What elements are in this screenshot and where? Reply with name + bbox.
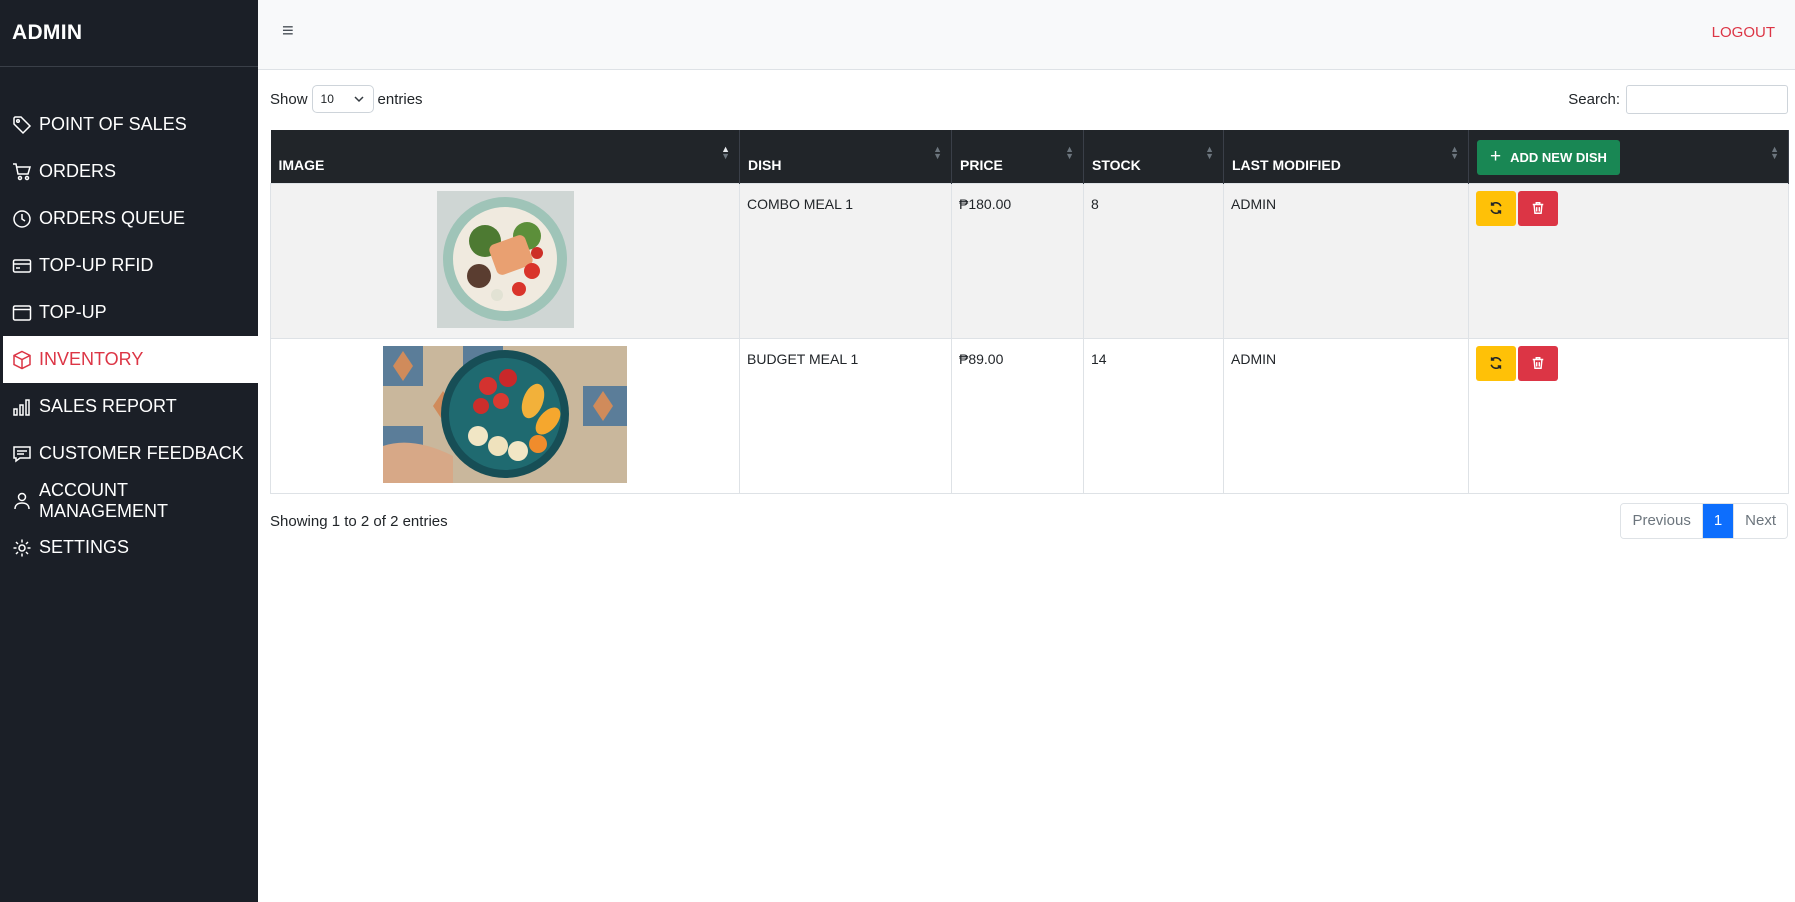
next-button[interactable]: Next: [1733, 503, 1787, 538]
sidebar-item-label: CUSTOMER FEEDBACK: [39, 443, 244, 463]
update-button[interactable]: [1476, 345, 1516, 381]
column-header-label: PRICE: [960, 156, 1003, 173]
column-header-actions: + ADD NEW DISH ▲ ▼: [1468, 130, 1789, 183]
dish-cell: BUDGET MEAL 1: [739, 337, 952, 494]
table-header-row: IMAGE ▲ ▼ DISH ▲ ▼ PRICE ▲ ▼ STOCK ▲ ▼ LAST MODI…: [270, 130, 1789, 183]
delete-button[interactable]: [1518, 190, 1558, 226]
sidebar-nav: POINT OF SALES ORDERS ORDERS QUEUE TOP-U…: [0, 101, 258, 571]
modified-cell: ADMIN: [1223, 337, 1469, 494]
plus-icon: +: [1490, 146, 1502, 167]
menu-toggle-icon[interactable]: ≡: [282, 20, 294, 43]
sidebar-item-point-of-sales[interactable]: POINT OF SALES: [0, 101, 258, 148]
column-header-dish[interactable]: DISH ▲ ▼: [739, 130, 952, 183]
logout-link[interactable]: LOGOUT: [1712, 24, 1775, 41]
sidebar-item-settings[interactable]: SETTINGS: [0, 524, 258, 571]
chat-icon: [13, 445, 31, 462]
column-header-label: IMAGE: [278, 156, 325, 173]
show-label: Show: [270, 90, 308, 108]
sidebar-item-label: INVENTORY: [39, 349, 144, 369]
update-button[interactable]: [1476, 190, 1516, 226]
entries-value: 10: [320, 92, 334, 106]
sidebar-item-orders[interactable]: ORDERS: [0, 148, 258, 195]
add-new-dish-button[interactable]: + ADD NEW DISH: [1477, 139, 1620, 175]
search-control: Search:: [1568, 85, 1788, 114]
sidebar-item-top-up[interactable]: TOP-UP: [0, 289, 258, 336]
tag-icon: [13, 115, 32, 134]
column-header-last-modified[interactable]: LAST MODIFIED ▲ ▼: [1223, 130, 1469, 183]
sidebar-item-label: ACCOUNT MANAGEMENT: [39, 479, 169, 521]
sidebar-item-label: SALES REPORT: [39, 396, 177, 416]
gear-icon: [13, 539, 31, 556]
topbar: ≡ LOGOUT: [258, 0, 1795, 70]
fruit-bowl-image: [383, 345, 627, 483]
trash-icon: [1532, 357, 1544, 369]
sidebar-item-inventory[interactable]: INVENTORY: [3, 336, 258, 383]
sidebar-item-sales-report[interactable]: SALES REPORT: [0, 383, 258, 430]
column-header-price[interactable]: PRICE ▲ ▼: [951, 130, 1084, 183]
brand-title: ADMIN: [0, 0, 258, 67]
column-header-label: LAST MODIFIED: [1232, 156, 1341, 173]
search-label: Search:: [1568, 91, 1620, 108]
table-row: COMBO MEAL 1 ₱180.00 8 ADMIN: [270, 182, 1789, 339]
inventory-table: IMAGE ▲ ▼ DISH ▲ ▼ PRICE ▲ ▼ STOCK ▲ ▼ LAST MODI…: [270, 130, 1789, 494]
table-row: BUDGET MEAL 1 ₱89.00 14 ADMIN: [270, 337, 1789, 494]
refresh-icon: [1490, 202, 1502, 214]
person-icon: [14, 492, 30, 509]
trash-icon: [1532, 202, 1544, 214]
stock-cell: 8: [1083, 182, 1224, 339]
actions-cell: [1468, 337, 1789, 494]
sort-icon: ▲ ▼: [933, 144, 942, 161]
entries-length-control: Show 10 entries: [270, 85, 423, 113]
sidebar-item-account-management[interactable]: ACCOUNT MANAGEMENT: [0, 477, 258, 524]
column-header-label: STOCK: [1092, 156, 1141, 173]
image-cell: [270, 182, 740, 339]
search-input[interactable]: [1626, 85, 1788, 114]
column-header-image[interactable]: IMAGE ▲ ▼: [270, 130, 740, 183]
image-cell: [270, 337, 740, 494]
add-new-dish-label: ADD NEW DISH: [1510, 149, 1607, 165]
sidebar-item-label: ORDERS QUEUE: [39, 208, 186, 228]
actions-cell: [1468, 182, 1789, 339]
entries-label: entries: [377, 90, 423, 108]
salad-bowl-image: [436, 190, 574, 328]
delete-button[interactable]: [1518, 345, 1558, 381]
stock-cell: 14: [1083, 337, 1224, 494]
sidebar-item-top-up-rfid[interactable]: TOP-UP RFID: [0, 242, 258, 289]
column-header-label: DISH: [748, 156, 782, 173]
dish-cell: COMBO MEAL 1: [739, 182, 952, 339]
table-info: Showing 1 to 2 of 2 entries: [270, 512, 448, 530]
credit-card-icon: [12, 258, 32, 273]
sidebar-item-label: TOP-UP: [39, 302, 107, 322]
box-icon: [13, 350, 31, 369]
entries-select[interactable]: 10: [311, 85, 374, 113]
clock-icon: [13, 209, 31, 228]
price-cell: ₱180.00: [951, 182, 1084, 339]
previous-button[interactable]: Previous: [1621, 503, 1702, 538]
sidebar: ADMIN POINT OF SALES ORDERS ORDERS QUEUE…: [0, 0, 258, 902]
sidebar-item-label: ORDERS: [39, 161, 117, 181]
modified-cell: ADMIN: [1223, 182, 1469, 339]
sort-icon: ▲ ▼: [1065, 144, 1074, 161]
sort-icon: ▲ ▼: [721, 144, 730, 161]
page-1-button[interactable]: 1: [1701, 503, 1734, 538]
refresh-icon: [1490, 357, 1502, 369]
window-icon: [12, 304, 32, 321]
column-header-stock[interactable]: STOCK ▲ ▼: [1083, 130, 1224, 183]
sort-icon: ▲ ▼: [1770, 144, 1779, 161]
sort-icon: ▲ ▼: [1450, 144, 1459, 161]
sidebar-item-label: SETTINGS: [39, 537, 130, 557]
sort-icon: ▲ ▼: [1205, 144, 1214, 161]
table-controls: Show 10 entries Search:: [270, 70, 1788, 130]
cart-icon: [13, 162, 31, 180]
chevron-down-icon: [354, 96, 364, 103]
price-cell: ₱89.00: [951, 337, 1084, 494]
bar-chart-icon: [13, 398, 30, 416]
table-footer: Showing 1 to 2 of 2 entries Previous 1 N…: [270, 494, 1788, 554]
main-content: Show 10 entries Search: IMAGE ▲ ▼ DISH ▲ ▼ P…: [270, 70, 1789, 554]
pagination: Previous 1 Next: [1620, 502, 1788, 539]
sidebar-item-customer-feedback[interactable]: CUSTOMER FEEDBACK: [0, 430, 258, 477]
sidebar-item-label: POINT OF SALES: [39, 114, 187, 134]
sidebar-item-orders-queue[interactable]: ORDERS QUEUE: [0, 195, 258, 242]
sidebar-item-label: TOP-UP RFID: [39, 255, 154, 275]
